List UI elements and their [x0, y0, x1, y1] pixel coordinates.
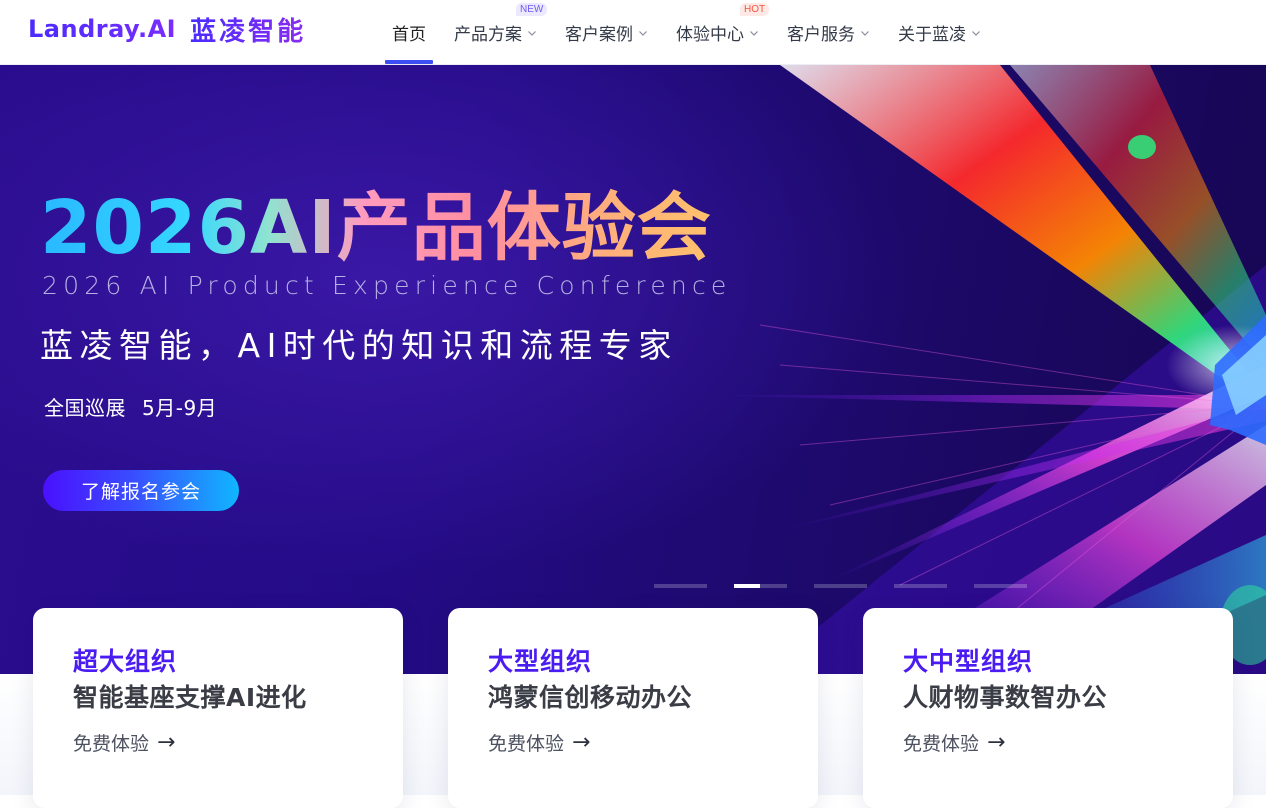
- carousel-dot[interactable]: [814, 584, 867, 588]
- arrow-right-icon: →: [572, 729, 591, 755]
- free-trial-link[interactable]: 免费体验 →: [73, 729, 363, 756]
- hero-banner[interactable]: 2026AI产品体验会 2026 AI Product Experience C…: [0, 65, 1266, 674]
- carousel-dot-active[interactable]: [734, 584, 787, 588]
- chevron-down-icon: [527, 28, 537, 38]
- card-tag: 大型组织: [488, 647, 593, 676]
- hero-background-art: [700, 65, 1266, 674]
- nav-label: 首页: [392, 25, 426, 45]
- arrow-right-icon: →: [157, 729, 176, 755]
- nav-item-experience[interactable]: 体验中心 HOT: [668, 0, 770, 65]
- nav-item-service[interactable]: 客户服务: [779, 0, 878, 65]
- chevron-down-icon: [638, 28, 648, 38]
- nav-label: 体验中心: [676, 25, 744, 45]
- nav-item-about[interactable]: 关于蓝凌: [890, 0, 989, 65]
- chevron-down-icon: [971, 28, 981, 38]
- hot-badge: HOT: [740, 3, 770, 16]
- solution-card-medium-large[interactable]: 大中型组织 人财物事数智办公 免费体验 →: [863, 608, 1233, 808]
- hero-subtitle-en: 2026 AI Product Experience Conference: [42, 271, 732, 300]
- brand-logo[interactable]: Landray.AI 蓝凌智能: [28, 11, 306, 48]
- nav-label: 客户服务: [787, 25, 855, 45]
- card-link-label: 免费体验: [73, 733, 150, 755]
- nav-label: 客户案例: [565, 25, 633, 45]
- card-tag: 大中型组织: [903, 647, 1034, 676]
- free-trial-link[interactable]: 免费体验 →: [903, 729, 1193, 756]
- carousel-dot[interactable]: [974, 584, 1027, 588]
- main-nav: 首页 产品方案 NEW 客户案例 体验中心 HOT 客户服务 关于蓝凌: [384, 0, 1001, 65]
- solution-card-super-large[interactable]: 超大组织 智能基座支撑AI进化 免费体验 →: [33, 608, 403, 808]
- card-title: 人财物事数智办公: [903, 683, 1108, 712]
- hero-date-range: 5月-9月: [142, 396, 218, 420]
- chevron-down-icon: [749, 28, 759, 38]
- free-trial-link[interactable]: 免费体验 →: [488, 729, 778, 756]
- card-link-label: 免费体验: [488, 733, 565, 755]
- hero-event-info: 全国巡展 5月-9月: [44, 392, 217, 421]
- nav-item-home[interactable]: 首页: [384, 0, 434, 65]
- carousel-indicators: [654, 584, 1027, 588]
- site-header: Landray.AI 蓝凌智能 首页 产品方案 NEW 客户案例 体验中心 HO…: [0, 0, 1266, 65]
- carousel-dot[interactable]: [894, 584, 947, 588]
- card-link-label: 免费体验: [903, 733, 980, 755]
- solution-card-large[interactable]: 大型组织 鸿蒙信创移动办公 免费体验 →: [448, 608, 818, 808]
- card-title: 智能基座支撑AI进化: [73, 683, 307, 712]
- arrow-right-icon: →: [987, 729, 1006, 755]
- card-tag: 超大组织: [73, 647, 178, 676]
- new-badge: NEW: [516, 3, 548, 16]
- nav-label: 关于蓝凌: [898, 25, 966, 45]
- carousel-dot[interactable]: [654, 584, 707, 588]
- hero-tagline: 蓝凌智能，AI时代的知识和流程专家: [40, 326, 678, 365]
- logo-text-en: Landray.AI: [28, 15, 177, 43]
- hero-tour-label: 全国巡展: [44, 396, 126, 420]
- nav-item-cases[interactable]: 客户案例: [557, 0, 656, 65]
- nav-item-products[interactable]: 产品方案 NEW: [446, 0, 548, 65]
- logo-text-cn: 蓝凌智能: [190, 11, 306, 48]
- card-title: 鸿蒙信创移动办公: [488, 683, 693, 712]
- chevron-down-icon: [860, 28, 870, 38]
- hero-title: 2026AI产品体验会: [40, 185, 712, 271]
- nav-label: 产品方案: [454, 25, 522, 45]
- register-cta-button[interactable]: 了解报名参会: [43, 470, 239, 511]
